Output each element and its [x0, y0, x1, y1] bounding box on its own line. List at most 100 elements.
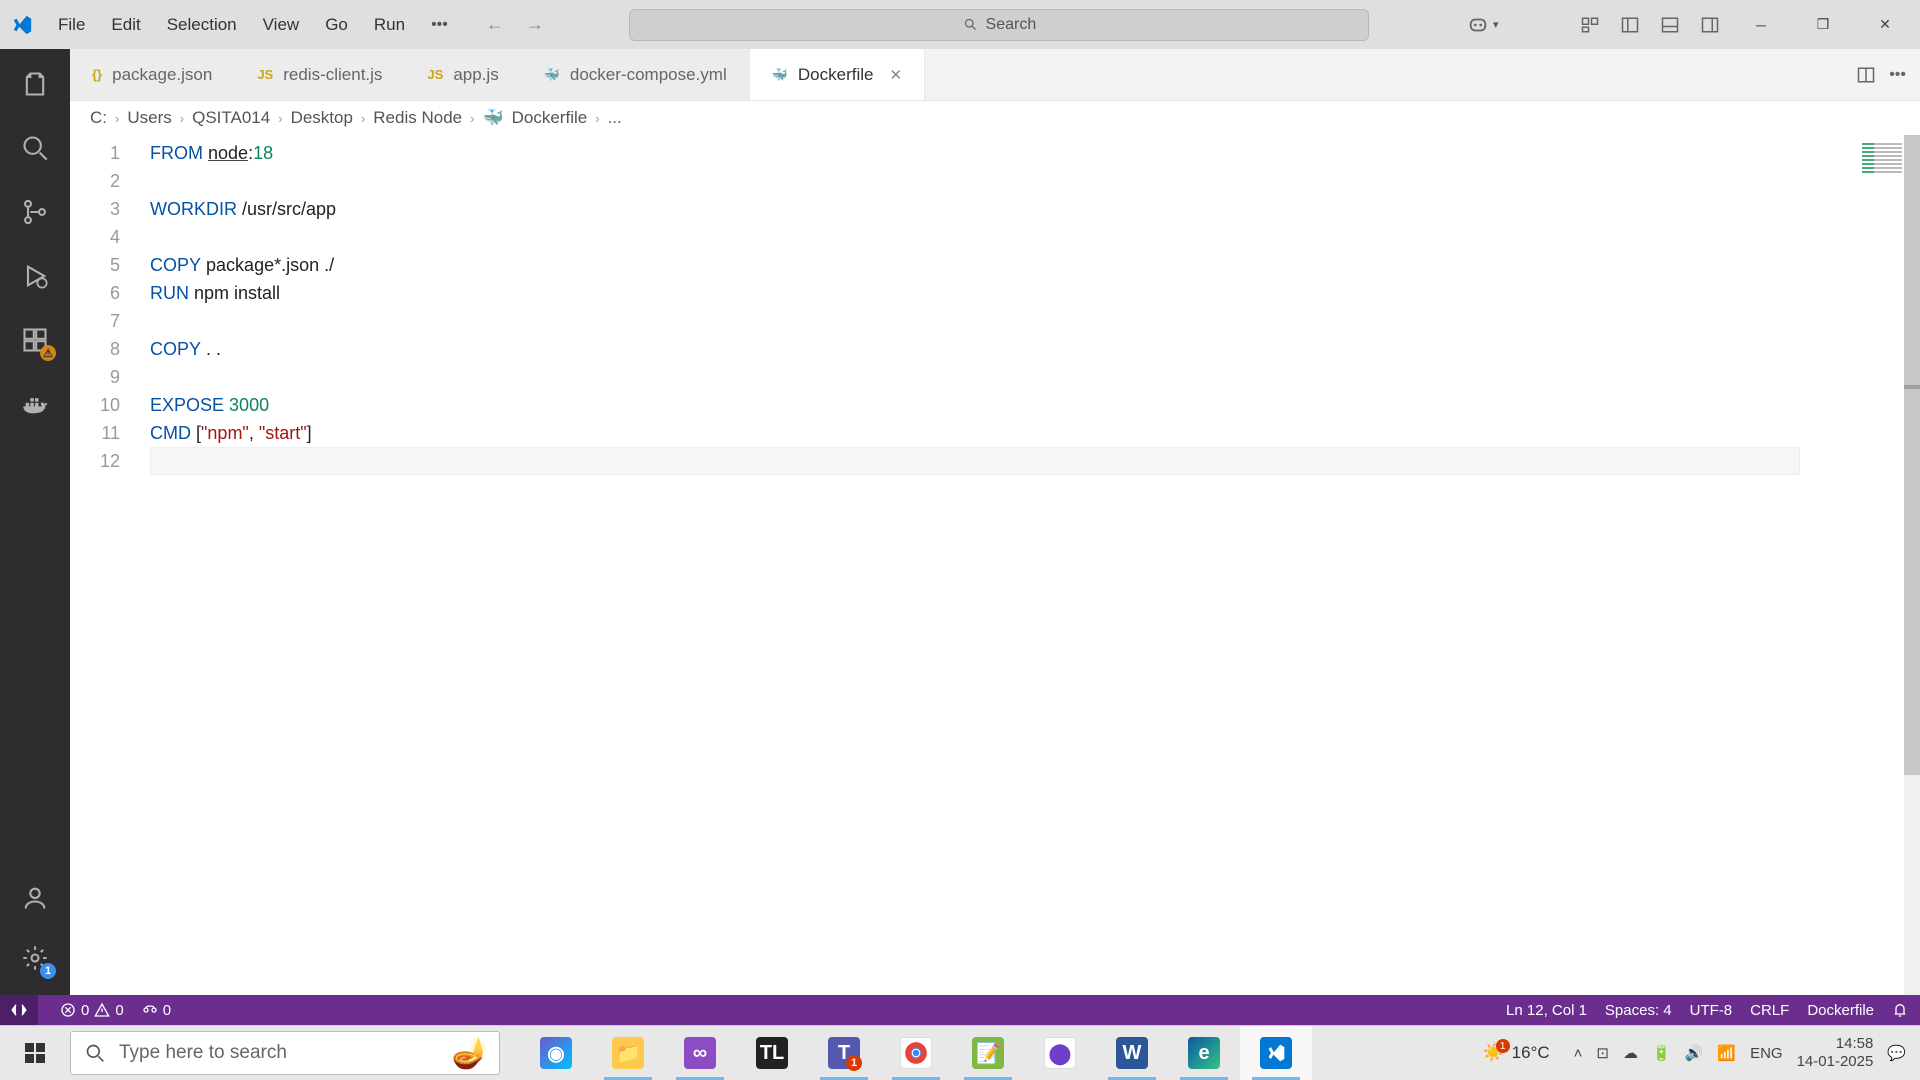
code-line[interactable]: [150, 167, 1920, 195]
account-icon[interactable]: [18, 881, 52, 915]
split-editor-icon[interactable]: [1857, 66, 1875, 84]
code-line[interactable]: WORKDIR /usr/src/app: [150, 195, 1920, 223]
breadcrumb-item[interactable]: Dockerfile: [512, 108, 588, 128]
tray-onedrive-icon[interactable]: ☁: [1623, 1044, 1638, 1062]
breadcrumbs[interactable]: C:›Users›QSITA014›Desktop›Redis Node›🐳Do…: [70, 101, 1920, 135]
editor-scrollbar[interactable]: [1904, 135, 1920, 995]
line-number: 11: [70, 419, 120, 447]
ports-button[interactable]: 0: [142, 1002, 171, 1019]
taskbar-app-edge[interactable]: e: [1168, 1026, 1240, 1080]
code-line[interactable]: RUN npm install: [150, 279, 1920, 307]
breadcrumb-item[interactable]: QSITA014: [192, 108, 270, 128]
notifications-icon[interactable]: [1892, 1002, 1908, 1018]
run-debug-icon[interactable]: [18, 259, 52, 293]
file-type-icon: JS: [427, 67, 443, 82]
copilot-button[interactable]: ▾: [1467, 14, 1499, 36]
search-activity-icon[interactable]: [18, 131, 52, 165]
taskbar-app-github[interactable]: ⬤: [1024, 1026, 1096, 1080]
taskbar-app-teams[interactable]: T1: [808, 1026, 880, 1080]
weather-widget[interactable]: ☀️1 16°C: [1483, 1043, 1550, 1063]
editor-tab[interactable]: {}package.json: [70, 49, 235, 100]
code-line[interactable]: [150, 447, 1800, 475]
scrollbar-thumb[interactable]: [1904, 135, 1920, 775]
taskbar-app-copilot[interactable]: ◉: [520, 1026, 592, 1080]
tray-wifi-icon[interactable]: 📶: [1717, 1044, 1736, 1062]
tray-chevron-icon[interactable]: ˄: [1574, 1045, 1583, 1062]
code-line[interactable]: [150, 307, 1920, 335]
nav-back-icon[interactable]: ←: [478, 10, 512, 39]
close-tab-icon[interactable]: ✕: [890, 66, 903, 84]
editor-tab[interactable]: JSredis-client.js: [235, 49, 405, 100]
code-line[interactable]: CMD ["npm", "start"]: [150, 419, 1920, 447]
code-line[interactable]: [150, 223, 1920, 251]
cursor-position[interactable]: Ln 12, Col 1: [1506, 1002, 1587, 1019]
tray-clock[interactable]: 14:58 14-01-2025: [1797, 1035, 1874, 1071]
layout-customize-icon[interactable]: [1576, 11, 1604, 39]
menu-go[interactable]: Go: [313, 9, 360, 41]
toggle-panel-icon[interactable]: [1656, 11, 1684, 39]
problems-button[interactable]: 0 0: [60, 1002, 124, 1019]
taskbar-app-chrome[interactable]: [880, 1026, 952, 1080]
breadcrumb-item[interactable]: C:: [90, 108, 107, 128]
taskbar-app-vscode[interactable]: [1240, 1026, 1312, 1080]
code-content[interactable]: FROM node:18 WORKDIR /usr/src/app COPY pac…: [150, 139, 1920, 995]
toggle-sidebar-right-icon[interactable]: [1696, 11, 1724, 39]
taskbar-app-visualstudio[interactable]: ∞: [664, 1026, 736, 1080]
line-number: 8: [70, 335, 120, 363]
docker-activity-icon[interactable]: [18, 387, 52, 421]
editor-tab[interactable]: 🐳Dockerfile✕: [750, 49, 925, 100]
breadcrumb-item[interactable]: Users: [127, 108, 171, 128]
more-actions-icon[interactable]: •••: [1889, 66, 1906, 84]
tray-meet-icon[interactable]: ⊡: [1596, 1044, 1609, 1062]
remote-button[interactable]: [0, 995, 38, 1025]
breadcrumb-item[interactable]: ...: [608, 108, 622, 128]
indent-button[interactable]: Spaces: 4: [1605, 1002, 1672, 1019]
global-search-input[interactable]: Search: [629, 9, 1369, 41]
breadcrumb-item[interactable]: Redis Node: [373, 108, 462, 128]
tray-action-center-icon[interactable]: 💬: [1887, 1044, 1906, 1062]
breadcrumb-item[interactable]: Desktop: [291, 108, 353, 128]
tray-volume-icon[interactable]: 🔊: [1685, 1044, 1704, 1062]
weather-temp: 16°C: [1512, 1043, 1550, 1063]
nav-forward-icon[interactable]: →: [518, 10, 552, 39]
code-line[interactable]: EXPOSE 3000: [150, 391, 1920, 419]
minimap[interactable]: [1862, 143, 1902, 173]
menu-edit[interactable]: Edit: [99, 9, 152, 41]
source-control-icon[interactable]: [18, 195, 52, 229]
taskbar-app-notepad[interactable]: 📝: [952, 1026, 1024, 1080]
editor-tab[interactable]: 🐳docker-compose.yml: [522, 49, 750, 100]
explorer-icon[interactable]: [18, 67, 52, 101]
language-mode-button[interactable]: Dockerfile: [1807, 1002, 1874, 1019]
settings-icon[interactable]: 1: [18, 941, 52, 975]
menu-selection[interactable]: Selection: [155, 9, 249, 41]
start-button[interactable]: [0, 1026, 70, 1080]
code-editor[interactable]: 123456789101112 FROM node:18WORKDIR /usr…: [70, 135, 1920, 995]
code-line[interactable]: COPY package*.json ./: [150, 251, 1920, 279]
window-restore-icon[interactable]: ❐: [1798, 5, 1848, 45]
menu-view[interactable]: View: [251, 9, 312, 41]
taskbar-app-tl[interactable]: TL: [736, 1026, 808, 1080]
menu-run[interactable]: Run: [362, 9, 417, 41]
editor-tab[interactable]: JSapp.js: [405, 49, 521, 100]
code-line[interactable]: FROM node:18: [150, 139, 1920, 167]
taskbar-app-word[interactable]: W: [1096, 1026, 1168, 1080]
window-close-icon[interactable]: ✕: [1860, 5, 1910, 45]
tab-label: docker-compose.yml: [570, 65, 727, 85]
encoding-button[interactable]: UTF-8: [1690, 1002, 1733, 1019]
taskbar-app-explorer[interactable]: 📁: [592, 1026, 664, 1080]
code-line[interactable]: [150, 363, 1920, 391]
window-minimize-icon[interactable]: ─: [1736, 5, 1786, 45]
tab-actions: •••: [1843, 49, 1920, 100]
tray-battery-icon[interactable]: 🔋: [1652, 1044, 1671, 1062]
menu-overflow-icon[interactable]: •••: [421, 10, 458, 40]
code-line[interactable]: COPY . .: [150, 335, 1920, 363]
menu-bar: File Edit Selection View Go Run: [46, 9, 417, 41]
line-number: 9: [70, 363, 120, 391]
toggle-sidebar-left-icon[interactable]: [1616, 11, 1644, 39]
tray-language[interactable]: ENG: [1750, 1045, 1783, 1062]
eol-button[interactable]: CRLF: [1750, 1002, 1789, 1019]
menu-file[interactable]: File: [46, 9, 97, 41]
taskbar-search-input[interactable]: Type here to search 🪔: [70, 1031, 500, 1075]
extensions-icon[interactable]: ⚠: [18, 323, 52, 357]
editor: {}package.jsonJSredis-client.jsJSapp.js🐳…: [70, 49, 1920, 995]
